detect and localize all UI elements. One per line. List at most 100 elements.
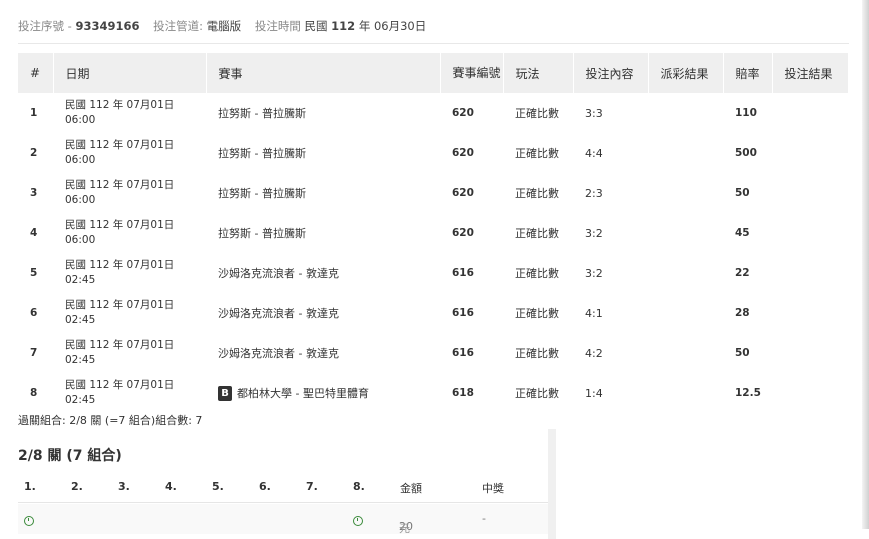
channel-value: 電腦版 — [206, 19, 242, 33]
row-date: 民國 112 年 07月01日 02:45 — [65, 339, 175, 366]
row-event: 沙姆洛克流浪者 - 敦達克 — [218, 267, 339, 280]
row-event: 拉努斯 - 普拉騰斯 — [218, 147, 306, 160]
row-odds: 12.5 — [735, 387, 761, 399]
row-date: 民國 112 年 07月01日 06:00 — [65, 219, 175, 246]
row-odds: 110 — [735, 107, 757, 119]
row-date: 民國 112 年 07月01日 02:45 — [65, 379, 175, 406]
row-odds: 50 — [735, 347, 750, 359]
col-odds: 賠率 — [723, 53, 773, 93]
row-play: 正確比數 — [515, 147, 559, 160]
combo-title: 2/8 關 (7 組合) — [18, 448, 122, 464]
combo-summary: 過關組合: 2/8 關 (=7 組合)組合數: 7 — [18, 414, 203, 427]
row-content: 4:1 — [585, 306, 603, 320]
row-result — [772, 293, 848, 333]
combo-header: 1. 2. 3. 4. 5. 6. 7. 8. 金額 中獎 — [18, 474, 548, 503]
row-result — [772, 373, 848, 413]
combo-pos-2: 2. — [71, 480, 83, 493]
row-index: 4 — [30, 227, 38, 239]
row-payout — [648, 253, 723, 293]
combo-panel: 2/8 關 (7 組合) 1. 2. 3. 4. 5. 6. 7. 8. 金額 … — [18, 429, 556, 539]
row-play: 正確比數 — [515, 267, 559, 280]
row-date: 民國 112 年 07月01日 02:45 — [65, 299, 175, 326]
bet-header: 投注序號 - 93349166 投注管道: 電腦版 投注時間 民國 112 年 … — [18, 18, 436, 34]
row-result — [772, 173, 848, 213]
combo-pos-4: 4. — [165, 480, 177, 493]
channel-label: 投注管道: — [153, 19, 204, 33]
row-index: 8 — [30, 387, 38, 399]
row-match-no: 616 — [452, 347, 474, 359]
row-payout — [648, 213, 723, 253]
col-play: 玩法 — [503, 53, 574, 93]
row-index: 5 — [30, 267, 38, 279]
row-payout — [648, 293, 723, 333]
row-result — [772, 333, 848, 373]
row-play: 正確比數 — [515, 307, 559, 320]
row-odds: 50 — [735, 187, 750, 199]
clock-icon — [353, 516, 363, 526]
table-row: 6 民國 112 年 07月01日 02:45 沙姆洛克流浪者 - 敦達克 616 正確比… — [18, 293, 848, 333]
row-content: 3:3 — [585, 106, 603, 120]
row-result — [772, 213, 848, 253]
row-index: 3 — [30, 187, 38, 199]
row-date: 民國 112 年 07月01日 02:45 — [65, 259, 175, 286]
combo-pos-3: 3. — [118, 480, 130, 493]
row-play: 正確比數 — [515, 187, 559, 200]
row-match-no: 620 — [452, 187, 474, 199]
row-index: 6 — [30, 307, 38, 319]
row-play: 正確比數 — [515, 227, 559, 240]
time-label: 投注時間 — [254, 19, 301, 33]
table-header-row: # 日期 賽事 賽事編號 玩法 投注內容 派彩結果 賠率 投注結果 — [18, 53, 849, 93]
row-result — [772, 133, 848, 173]
row-content: 3:2 — [585, 266, 603, 280]
row-event: 拉努斯 - 普拉騰斯 — [218, 187, 306, 200]
row-content: 2:3 — [585, 186, 603, 200]
table-row: 7 民國 112 年 07月01日 02:45 沙姆洛克流浪者 - 敦達克 616 正確比… — [18, 333, 848, 373]
row-content: 1:4 — [585, 386, 603, 400]
table-row: 5 民國 112 年 07月01日 02:45 沙姆洛克流浪者 - 敦達克 616 正確比… — [18, 253, 848, 293]
combo-pos-5: 5. — [212, 480, 224, 493]
row-index: 2 — [30, 147, 38, 159]
row-result — [772, 253, 848, 293]
row-result — [772, 93, 848, 133]
combo-pos-8: 8. — [353, 480, 365, 493]
row-payout — [648, 373, 723, 413]
combo-pos-1: 1. — [24, 480, 36, 493]
divider — [18, 43, 849, 44]
row-payout — [648, 133, 723, 173]
row-play: 正確比數 — [515, 347, 559, 360]
row-match-no: 620 — [452, 147, 474, 159]
col-content: 投注內容 — [573, 53, 649, 93]
row-event: 沙姆洛克流浪者 - 敦達克 — [218, 347, 339, 360]
row-content: 4:2 — [585, 346, 603, 360]
row-event: 拉努斯 - 普拉騰斯 — [218, 227, 306, 240]
badge-icon: B — [218, 386, 232, 402]
row-match-no: 620 — [452, 227, 474, 239]
row-index: 7 — [30, 347, 38, 359]
row-odds: 28 — [735, 307, 750, 319]
row-event: 拉努斯 - 普拉騰斯 — [218, 107, 306, 120]
prize-label: 中獎 — [482, 482, 504, 495]
table-row: 3 民國 112 年 07月01日 06:00 拉努斯 - 普拉騰斯 620 正確比數 2:… — [18, 173, 848, 213]
row-date: 民國 112 年 07月01日 06:00 — [65, 99, 175, 126]
bet-table: # 日期 賽事 賽事編號 玩法 投注內容 派彩結果 賠率 投注結果 1 民國 11… — [18, 53, 849, 413]
row-payout — [648, 93, 723, 133]
row-odds: 45 — [735, 227, 750, 239]
table-row: 1 民國 112 年 07月01日 06:00 拉努斯 - 普拉騰斯 620 正確比數 3:… — [18, 93, 848, 133]
col-index: # — [18, 53, 54, 93]
combo-pos-6: 6. — [259, 480, 271, 493]
row-index: 1 — [30, 107, 38, 119]
col-date: 日期 — [53, 53, 207, 93]
row-play: 正確比數 — [515, 387, 559, 400]
row-payout — [648, 333, 723, 373]
serial-label: 投注序號 - — [18, 19, 72, 33]
col-match-no: 賽事編號 — [440, 53, 504, 93]
panel-edge — [548, 429, 556, 539]
combo-prize: - — [482, 512, 486, 525]
col-payout: 派彩結果 — [648, 53, 724, 93]
window-edge — [862, 0, 869, 529]
combo-pos-7: 7. — [306, 480, 318, 493]
row-odds: 22 — [735, 267, 750, 279]
row-date: 民國 112 年 07月01日 06:00 — [65, 179, 175, 206]
row-content: 4:4 — [585, 146, 603, 160]
amount-label: 金額 — [400, 482, 422, 495]
